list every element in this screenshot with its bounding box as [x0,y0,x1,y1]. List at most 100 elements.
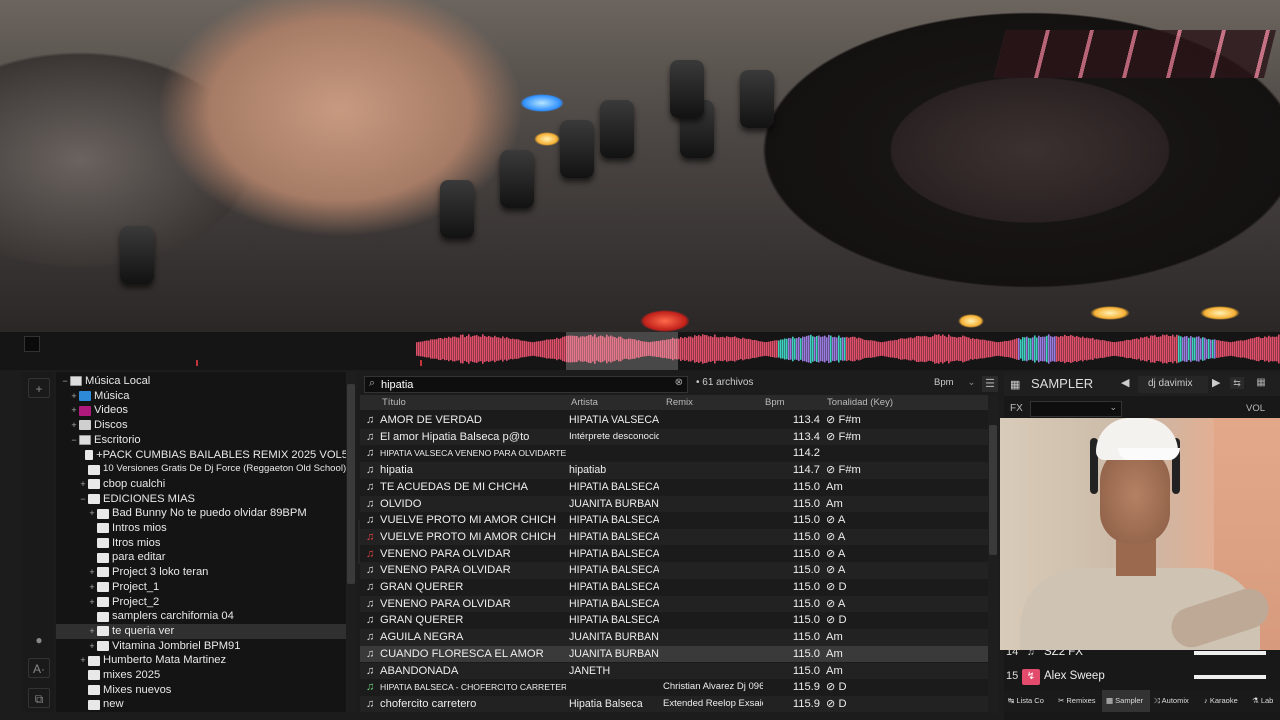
tree-item[interactable]: + Project_1 [56,580,348,595]
track-row[interactable]: ♫ AMOR DE VERDAD HIPATIA VALSECA 113.4 ⊘ F#m [360,412,988,429]
tree-item-label: Música Local [85,375,151,387]
slot-level-bar[interactable] [1194,651,1266,655]
track-row[interactable]: ♫ VENENO PARA OLVIDAR HIPATIA BALSECA 115.0… [360,595,988,613]
track-row[interactable]: ♫ VENENO PARA OLVIDAR HIPATIA BALSECA 115.0… [360,545,988,563]
track-row[interactable]: ♫ ABANDONADA JANETH 115.0 Am [360,662,988,680]
track-row[interactable]: ♫ chofercito carretero Hipatia Balseca Exte… [360,695,988,713]
track-row[interactable]: ♫ hipatia hipatiab 114.7 ⊘ F#m [360,462,988,479]
tree-item[interactable]: + te queria ver [56,623,348,639]
tree-item[interactable]: + Project_2 [56,595,348,610]
collapse-icon[interactable]: − [60,374,70,389]
track-row[interactable]: ♫ VUELVE PROTO MI AMOR CHICH HIPATIA BALSE… [360,512,988,529]
fx-select[interactable]: ⌄ [1030,401,1122,417]
tree-item[interactable]: para editar [56,550,348,565]
sampler-bank[interactable]: dj davimix [1138,376,1208,393]
tab-automix[interactable]: ⤨ Automix [1150,690,1200,712]
tab-remixes[interactable]: ✂ Remixes [1054,690,1102,712]
track-row[interactable]: ♫ HIPATIA VALSECA VENENO PARA OLVIDARTE R… [360,445,988,462]
sort-select[interactable]: Bpm ⌄ [934,377,976,388]
tree-item[interactable]: samplers carchifornia 04 [56,609,348,624]
expand-icon[interactable]: + [87,595,97,610]
track-row[interactable]: ♫ OLVIDO JUANITA BURBANO 115.0 Am [360,495,988,513]
tab-lista[interactable]: ↹ Lista Co [1004,690,1052,712]
tree-item[interactable]: +PACK CUMBIAS BAILABLES REMIX 2025 VOL5 [56,448,348,463]
tree-item[interactable]: + Videos [56,403,348,418]
list-scroll-thumb[interactable] [989,425,997,555]
tree-item[interactable]: + Bad Bunny No te puedo olvidar 89BPM [56,506,348,521]
list-scrollbar[interactable] [988,395,998,713]
slot-level-bar[interactable] [1194,675,1266,679]
wave-bar [1128,339,1130,359]
tree-item[interactable]: − EDICIONES MIAS [56,492,348,507]
track-row[interactable]: ♫ HIPATIA BALSECA - CHOFERCITO CARRETERO.… [360,679,988,696]
tab-karaoke[interactable]: ♪ Karaoke [1200,690,1248,712]
tree-item[interactable]: + Vitamina Jombriel BPM91 [56,639,348,654]
wave-bar [1228,341,1230,357]
track-row[interactable]: ♫ GRAN QUERER HIPATIA BALSECA 115.0 ⊘ D [360,612,988,629]
collapse-icon[interactable]: − [69,433,79,448]
expand-icon[interactable]: + [69,418,79,433]
tree-item[interactable]: − Escritorio [56,433,348,448]
search-input[interactable] [381,378,671,392]
expand-icon[interactable]: + [78,653,88,668]
track-row[interactable]: ♫ VENENO PARA OLVIDAR HIPATIA BALSECA 115.0… [360,562,988,579]
track-row[interactable]: ♫ AGUILA NEGRA JUANITA BURBANO 115.0 Am [360,629,988,646]
column-key[interactable]: Tonalidad (Key) [827,397,893,408]
column-remix[interactable]: Remix [666,397,693,408]
tab-lab[interactable]: ⚗ Lab [1248,690,1280,712]
tree-item[interactable]: Itros mios [56,536,348,551]
waveform-overview[interactable] [0,332,1280,370]
wave-bar [962,335,964,363]
expand-icon[interactable]: + [69,389,79,404]
tree-item[interactable]: + Project 3 loko teran [56,565,348,580]
next-bank-icon[interactable]: ▶ [1212,376,1220,389]
expand-icon[interactable]: + [87,506,97,521]
tree-item[interactable]: + Humberto Mata Martinez [56,653,348,668]
track-row[interactable]: ♫ GRAN QUERER HIPATIA BALSECA 115.0 ⊘ D [360,579,988,596]
grid-icon[interactable]: ▦ [1010,378,1020,391]
track-bpm: 115.9 [792,681,820,694]
mini-view-toggle[interactable] [24,336,40,352]
expand-icon[interactable]: + [69,403,79,418]
track-row[interactable]: ♫ VUELVE PROTO MI AMOR CHICH HIPATIA BALSE… [360,528,988,546]
tree-item[interactable]: mixes 2025 [56,668,348,683]
collapse-icon[interactable]: − [78,492,88,507]
expand-icon[interactable]: + [87,624,97,639]
column-artist[interactable]: Artista [571,397,598,408]
track-row[interactable]: ♫ El amor Hipatia Balseca p@to Intérprete … [360,428,988,446]
add-icon[interactable]: + [28,378,50,398]
window-icon[interactable]: ⧉ [28,688,50,708]
tree-item[interactable]: + Música [56,389,348,404]
wave-bar [1108,341,1110,357]
wave-bar [1270,336,1272,362]
tab-sampler[interactable]: ▦ Sampler [1102,690,1150,712]
search-box[interactable]: ⌕ ⊗ [364,376,688,393]
waveform-graphic[interactable] [416,332,1280,370]
expand-icon[interactable]: + [87,565,97,580]
track-row[interactable]: ♫ CUANDO FLORESCA EL AMOR JUANITA BURBANO 1… [360,645,988,663]
tree-item[interactable]: 10 Versiones Gratis De Dj Force (Reggaet… [56,462,348,477]
prev-bank-icon[interactable]: ◀ [1121,376,1129,389]
column-bpm[interactable]: Bpm [765,397,785,408]
font-size-icon[interactable]: A· [28,658,50,678]
dot-icon[interactable]: ● [28,630,50,650]
track-row[interactable]: ♫ TE ACUEDAS DE MI CHCHA HIPATIA BALSECA 11… [360,478,988,496]
tree-scrollbar[interactable] [346,372,356,712]
expand-icon[interactable]: + [87,580,97,595]
tree-item[interactable]: + cbop cualchi [56,477,348,492]
tree-item[interactable]: Mixes nuevos [56,683,348,698]
tree-item[interactable]: − Música Local [56,374,348,389]
clear-icon[interactable]: ⊗ [675,377,683,388]
tree-scroll-thumb[interactable] [347,384,355,584]
list-view-icon[interactable]: ☰ [982,376,998,392]
tree-item[interactable]: new [56,697,348,712]
expand-icon[interactable]: + [87,639,97,654]
expand-icon[interactable]: + [78,477,88,492]
track-bpm: 114.7 [792,464,820,477]
tree-item[interactable]: + Discos [56,418,348,433]
tree-item[interactable]: Intros mios [56,521,348,536]
column-title[interactable]: Título [382,397,406,408]
swap-icon[interactable]: ⇆ [1230,377,1244,389]
grid-view-icon[interactable]: ▦ [1254,377,1268,389]
sampler-slot[interactable]: 15 ↯ Alex Sweep [1004,666,1280,688]
